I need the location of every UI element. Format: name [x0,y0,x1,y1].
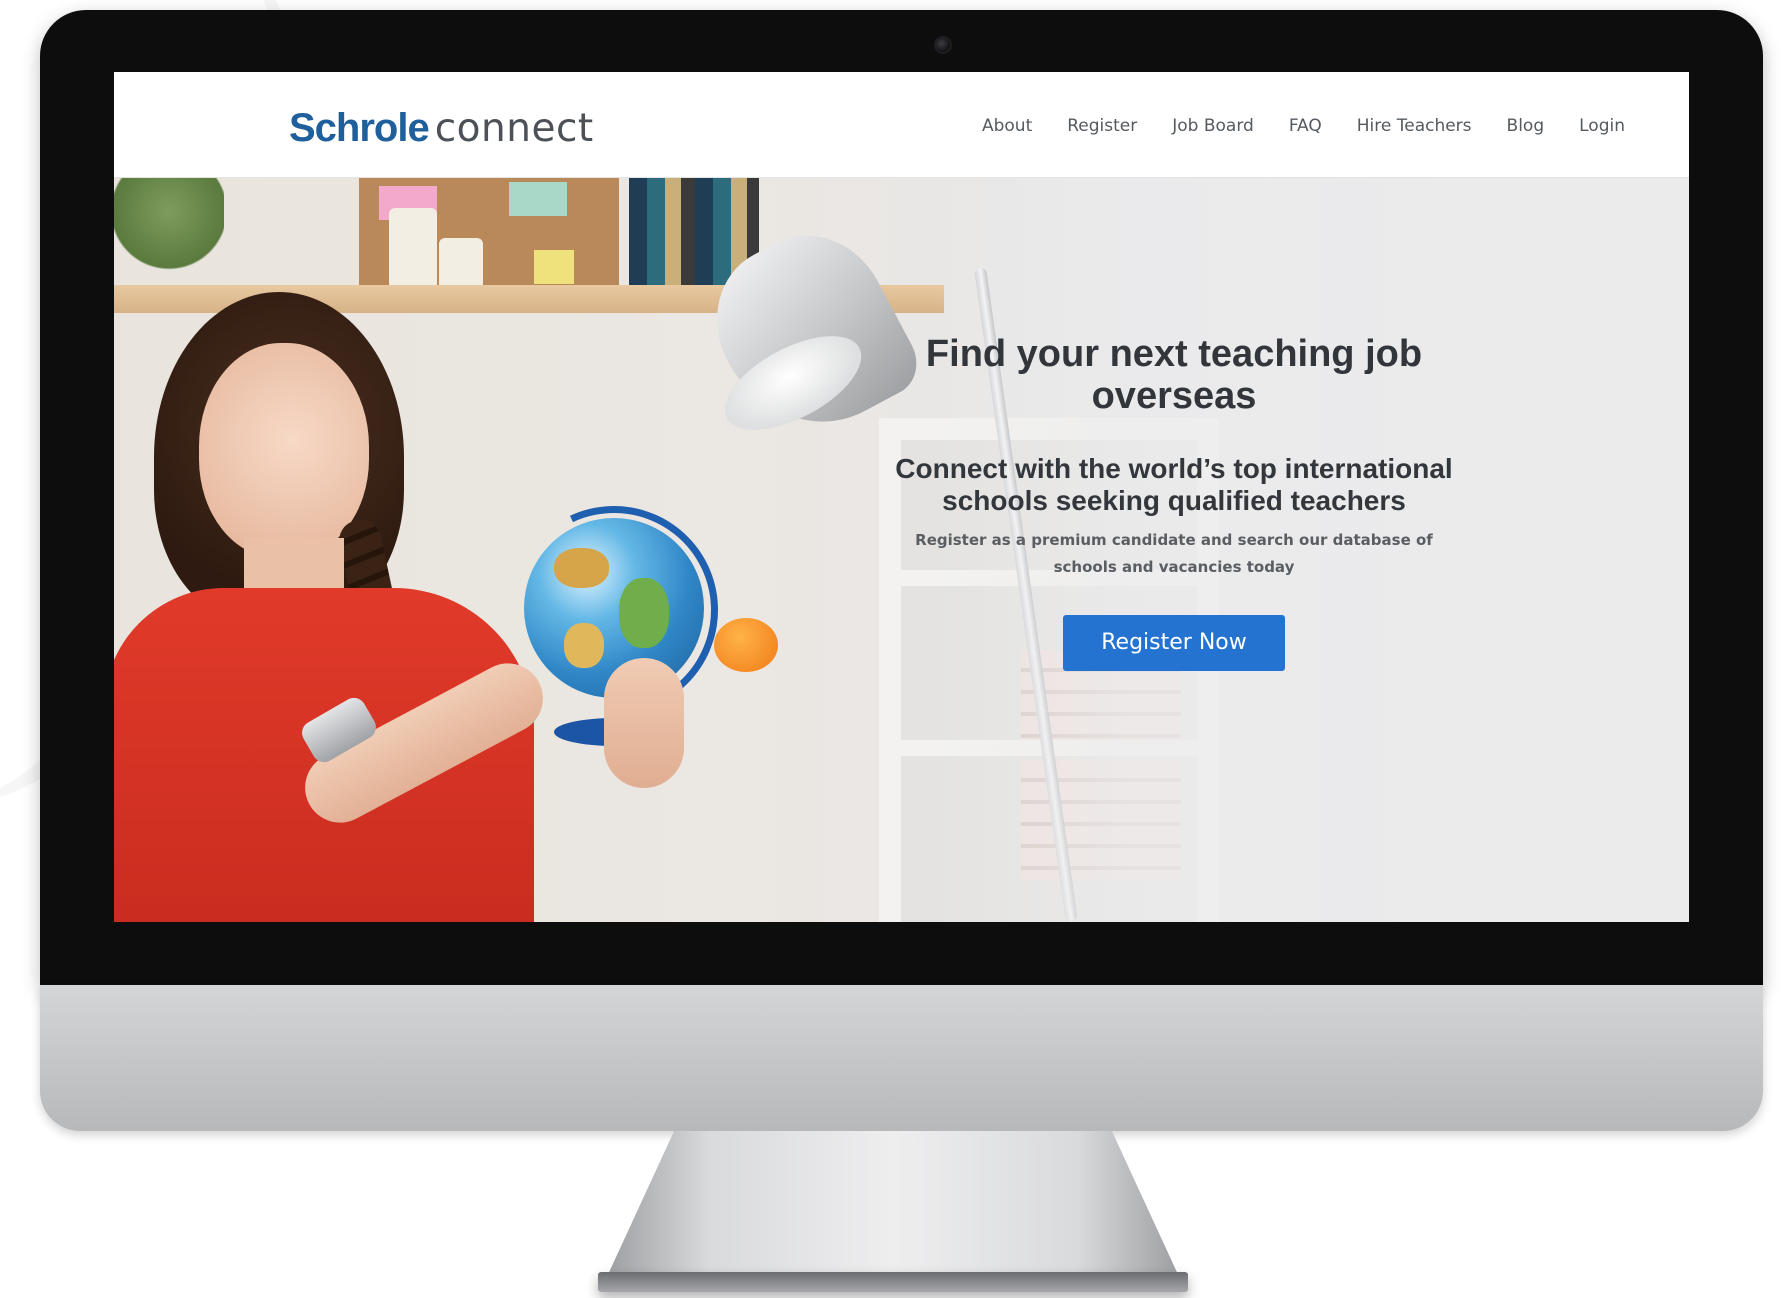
site-logo[interactable]: Schrole connect [289,106,594,152]
hero-title: Find your next teaching job overseas [925,333,1423,417]
monitor-stand-base [598,1272,1188,1292]
hero-description: Register as a premium candidate and sear… [915,531,1433,576]
nav-item-faq[interactable]: FAQ [1289,116,1322,136]
candle [389,208,437,286]
logo-suffix-text: connect [434,106,594,151]
globe-landmass [564,623,604,668]
candle [439,238,483,286]
hero-content: Find your next teaching job overseas Con… [884,333,1464,671]
register-now-button[interactable]: Register Now [1063,615,1285,671]
nav-item-login[interactable]: Login [1579,116,1625,136]
monitor-screen: Schrole connect About Register Job Board… [114,72,1689,922]
sticky-note [509,182,567,216]
nav-item-job-board[interactable]: Job Board [1172,116,1254,136]
globe-landmass [619,578,669,648]
monitor-stand [605,1131,1181,1281]
site-header: Schrole connect About Register Job Board… [114,72,1689,178]
mockup-scene: Schrole connect About Register Job Board… [0,0,1786,1298]
hero-subtitle: Connect with the world’s top internation… [895,453,1453,516]
hand [604,658,684,788]
hero-section: Find your next teaching job overseas Con… [114,178,1689,922]
logo-brand-text: Schrole [289,106,430,150]
teacher-figure [114,288,834,922]
nav-item-blog[interactable]: Blog [1507,116,1545,136]
monitor-chin [40,985,1763,1131]
plant-decoration [114,178,224,288]
globe-landmass [554,548,609,588]
webcam-icon [934,36,952,54]
main-nav: About Register Job Board FAQ Hire Teache… [982,116,1625,136]
nav-item-hire-teachers[interactable]: Hire Teachers [1357,116,1472,136]
nav-item-register[interactable]: Register [1067,116,1137,136]
nav-item-about[interactable]: About [982,116,1032,136]
sticky-note [534,250,574,284]
